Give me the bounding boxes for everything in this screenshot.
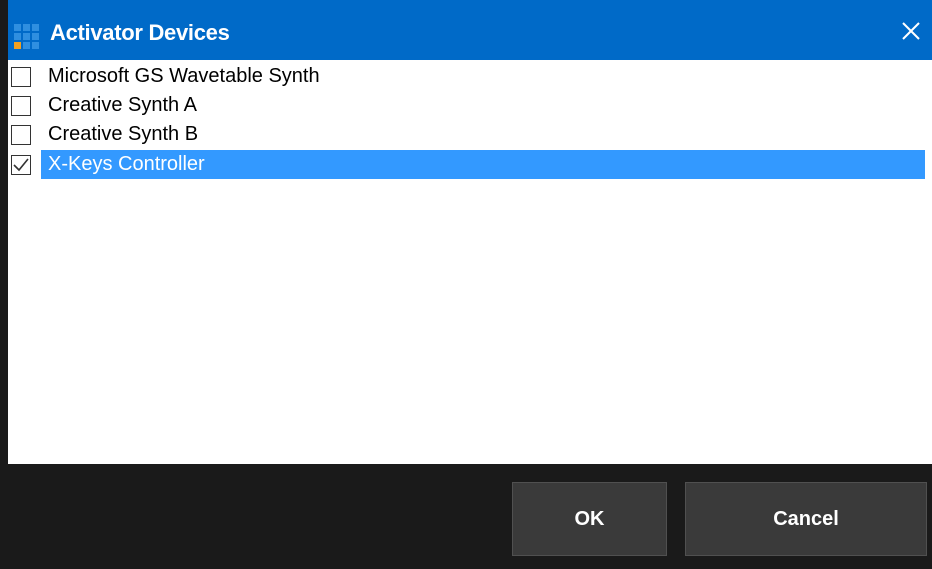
device-row-microsoft-gs-wavetable-synth[interactable]: Microsoft GS Wavetable Synth [8,62,932,91]
grid-logo-icon [14,24,40,50]
device-label: Creative Synth B [48,123,199,145]
ok-button[interactable]: OK [512,482,667,556]
cancel-button[interactable]: Cancel [685,482,927,556]
device-row-creative-synth-a[interactable]: Creative Synth A [8,91,932,120]
device-list[interactable]: Microsoft GS Wavetable Synth Creative Sy… [8,60,932,464]
device-checkbox[interactable] [11,67,31,87]
close-icon [902,22,920,40]
device-label: X-Keys Controller [41,150,925,179]
activator-devices-dialog: Activator Devices Microsoft GS Wavetable… [0,0,932,569]
title-bar[interactable]: Activator Devices [8,0,932,60]
device-row-creative-synth-b[interactable]: Creative Synth B [8,120,932,149]
close-button[interactable] [896,16,926,46]
device-row-x-keys-controller[interactable]: X-Keys Controller [8,150,932,179]
checkmark-icon [13,158,29,172]
device-label: Microsoft GS Wavetable Synth [48,65,320,87]
device-checkbox[interactable] [11,155,31,175]
window-title: Activator Devices [50,20,230,45]
device-label: Creative Synth A [48,94,197,116]
button-bar: OK Cancel [8,464,932,569]
device-checkbox[interactable] [11,96,31,116]
device-checkbox[interactable] [11,125,31,145]
